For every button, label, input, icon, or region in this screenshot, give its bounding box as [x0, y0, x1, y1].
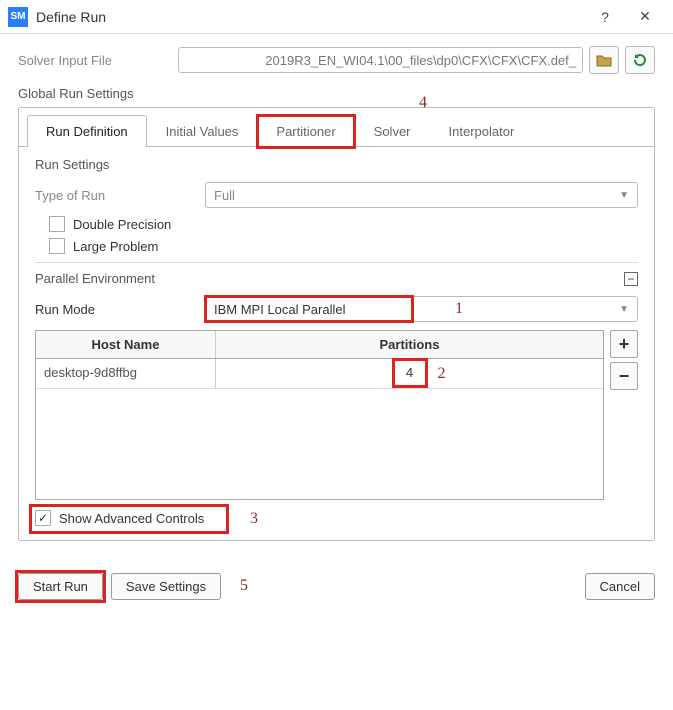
refresh-icon: [632, 52, 648, 68]
global-settings-title: Global Run Settings: [18, 86, 655, 101]
tab-initial-values[interactable]: Initial Values: [147, 115, 258, 147]
show-advanced-label: Show Advanced Controls: [59, 511, 204, 526]
chevron-down-icon: ▼: [619, 304, 629, 315]
type-of-run-label: Type of Run: [35, 188, 205, 203]
cell-partitions[interactable]: 4: [216, 359, 603, 388]
collapse-button[interactable]: −: [624, 272, 638, 286]
type-of-run-value: Full: [214, 188, 235, 203]
tab-solver[interactable]: Solver: [355, 115, 430, 147]
large-problem-row[interactable]: Large Problem: [35, 238, 638, 254]
add-host-button[interactable]: +: [610, 330, 638, 358]
double-precision-label: Double Precision: [73, 217, 171, 232]
col-host: Host Name: [36, 331, 216, 358]
chevron-down-icon: ▼: [619, 190, 629, 201]
parallel-env-title: Parallel Environment: [35, 271, 155, 286]
double-precision-checkbox[interactable]: [49, 216, 65, 232]
cancel-button[interactable]: Cancel: [585, 573, 655, 600]
window-title: Define Run: [36, 9, 585, 25]
large-problem-label: Large Problem: [73, 239, 158, 254]
browse-button[interactable]: [589, 46, 619, 74]
annot-1: 1: [455, 300, 463, 318]
remove-host-button[interactable]: −: [610, 362, 638, 390]
run-settings-title: Run Settings: [35, 157, 638, 172]
solver-input-label: Solver Input File: [18, 53, 178, 68]
help-button[interactable]: ?: [585, 3, 625, 31]
run-mode-label: Run Mode: [35, 302, 205, 317]
refresh-button[interactable]: [625, 46, 655, 74]
tab-interpolator[interactable]: Interpolator: [430, 115, 534, 147]
large-problem-checkbox[interactable]: [49, 238, 65, 254]
table-row[interactable]: desktop-9d8ffbg 4: [36, 359, 603, 389]
folder-icon: [596, 53, 612, 67]
double-precision-row[interactable]: Double Precision: [35, 216, 638, 232]
solver-input-field[interactable]: _2019R3_EN_WI04.1\00_files\dp0\CFX\CFX\C…: [178, 47, 583, 73]
col-partitions: Partitions: [216, 331, 603, 358]
cell-host: desktop-9d8ffbg: [36, 359, 216, 388]
host-table: Host Name Partitions desktop-9d8ffbg 4 2: [35, 330, 604, 500]
annot-5: 5: [240, 577, 248, 595]
tab-run-definition[interactable]: Run Definition: [27, 115, 147, 147]
close-button[interactable]: ✕: [625, 3, 665, 31]
run-mode-value: IBM MPI Local Parallel: [214, 302, 346, 317]
app-icon: SM: [8, 7, 28, 27]
annot-4: 4: [419, 94, 427, 112]
save-settings-button[interactable]: Save Settings: [111, 573, 221, 600]
start-run-button[interactable]: Start Run: [18, 573, 103, 600]
annot-2: 2: [438, 365, 446, 383]
run-mode-dropdown[interactable]: IBM MPI Local Parallel ▼: [205, 296, 638, 322]
show-advanced-checkbox[interactable]: ✓: [35, 510, 51, 526]
tabs: Run Definition Initial Values Partitione…: [19, 108, 654, 147]
tab-container: Run Definition Initial Values Partitione…: [18, 107, 655, 541]
tab-partitioner[interactable]: Partitioner: [257, 115, 354, 147]
titlebar: SM Define Run ? ✕: [0, 0, 673, 34]
annot-3: 3: [250, 510, 258, 528]
type-of-run-dropdown[interactable]: Full ▼: [205, 182, 638, 208]
